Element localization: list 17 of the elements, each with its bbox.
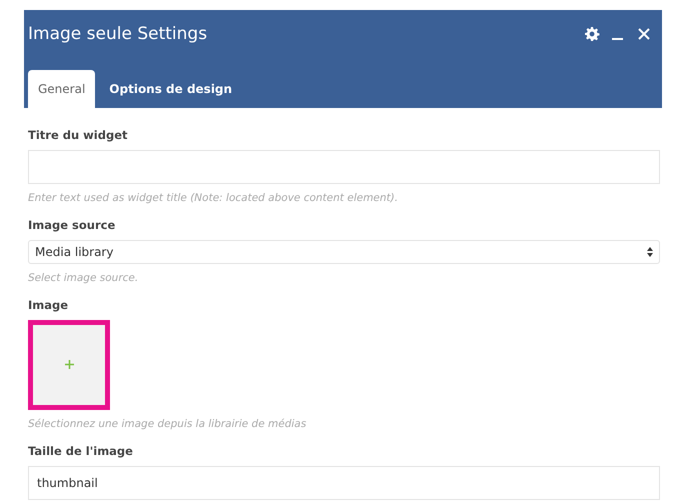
select-field[interactable]: Media library bbox=[28, 240, 660, 264]
field-label: Titre du widget bbox=[28, 128, 129, 142]
close-icon[interactable] bbox=[636, 26, 652, 42]
field-label: Image bbox=[28, 298, 70, 312]
text-field[interactable] bbox=[28, 150, 660, 184]
help-text: Enter text used as widget title (Note: located above content element). bbox=[28, 192, 399, 204]
updown-icon bbox=[647, 247, 653, 257]
text-field[interactable]: thumbnail bbox=[28, 466, 660, 500]
field-label: Image source bbox=[28, 218, 116, 232]
tab[interactable]: Options de design bbox=[99, 70, 242, 108]
help-text: Select image source. bbox=[28, 272, 140, 284]
tab[interactable]: General bbox=[28, 70, 96, 108]
window-title: Image seule Settings bbox=[28, 24, 208, 44]
plus-icon bbox=[64, 360, 74, 369]
field-label: Taille de l'image bbox=[28, 444, 134, 458]
help-text: Sélectionnez une image depuis la librairie de médias bbox=[28, 418, 308, 430]
settings-icon[interactable] bbox=[584, 26, 600, 42]
